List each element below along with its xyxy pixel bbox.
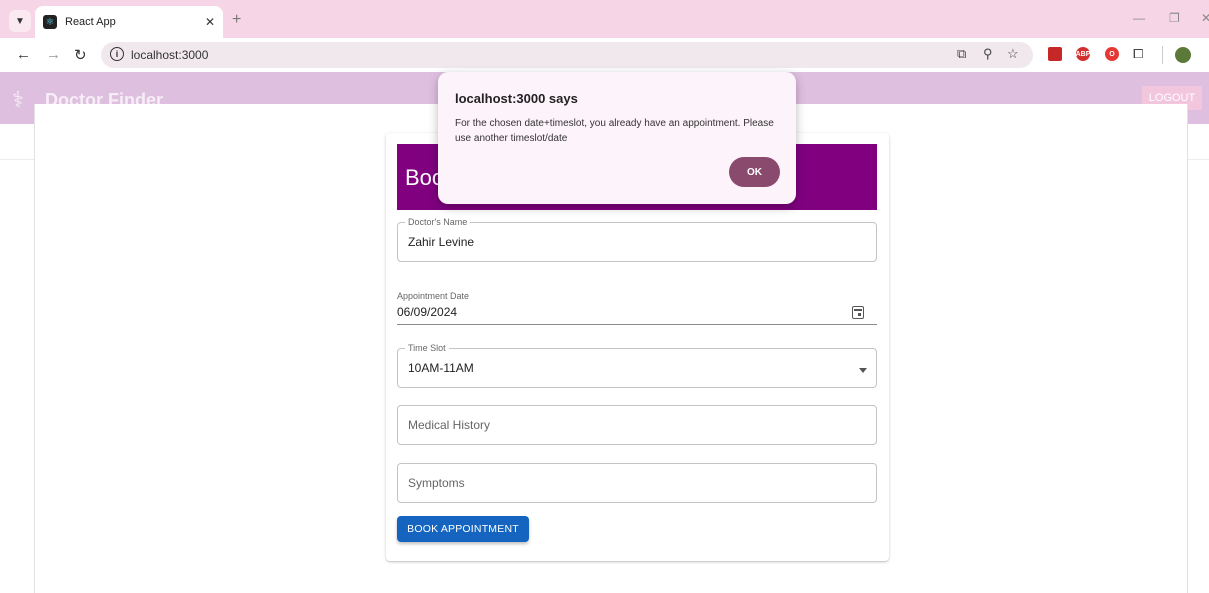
dialog-message: For the chosen date+timeslot, you alread… bbox=[455, 118, 774, 144]
dropdown-caret-icon[interactable] bbox=[859, 368, 867, 373]
opera-extension-icon[interactable]: O bbox=[1105, 47, 1119, 61]
calendar-icon[interactable] bbox=[852, 306, 864, 319]
adblock-extension-icon[interactable]: ABP bbox=[1076, 47, 1090, 61]
symptoms-field[interactable] bbox=[397, 463, 877, 503]
appointment-date-label: Appointment Date bbox=[397, 291, 470, 301]
divider-left bbox=[0, 159, 34, 160]
medical-history-placeholder: Medical History bbox=[408, 418, 491, 432]
new-tab-icon[interactable]: + bbox=[232, 11, 241, 29]
time-slot-value: 10AM-11AM bbox=[408, 361, 474, 375]
extension-red-icon[interactable] bbox=[1048, 47, 1062, 61]
address-bar[interactable] bbox=[101, 42, 1033, 68]
window-close-icon[interactable]: ✕ bbox=[1201, 11, 1209, 25]
forward-icon[interactable]: → bbox=[46, 46, 61, 63]
zoom-icon[interactable]: ⚲ bbox=[983, 46, 993, 62]
tab-search-chevron-icon[interactable]: ▼ bbox=[9, 10, 31, 32]
restore-icon[interactable]: ❐ bbox=[1169, 11, 1180, 25]
date-underline bbox=[397, 324, 877, 325]
site-info-icon[interactable]: i bbox=[110, 47, 124, 61]
react-favicon-icon: ⚛ bbox=[43, 15, 57, 29]
time-slot-label: Time Slot bbox=[405, 343, 449, 353]
divider-right bbox=[1188, 159, 1209, 160]
install-app-icon[interactable]: ⧉ bbox=[957, 46, 966, 62]
dialog-title: localhost:3000 says bbox=[455, 91, 578, 106]
back-icon[interactable]: ← bbox=[16, 46, 31, 63]
doctor-name-label: Doctor's Name bbox=[405, 217, 471, 227]
toolbar-divider bbox=[1162, 46, 1163, 64]
bookmark-star-icon[interactable]: ☆ bbox=[1007, 46, 1019, 62]
tab-close-icon[interactable]: ✕ bbox=[205, 15, 215, 29]
url-text[interactable]: localhost:3000 bbox=[131, 48, 208, 62]
reload-icon[interactable]: ↻ bbox=[74, 46, 87, 64]
caduceus-logo-icon: ⚕ bbox=[12, 87, 24, 112]
book-appointment-button[interactable]: BOOK APPOINTMENT bbox=[397, 516, 529, 542]
symptoms-placeholder: Symptoms bbox=[408, 476, 465, 490]
extensions-puzzle-icon[interactable]: ⧠ bbox=[1133, 46, 1143, 62]
minimize-icon[interactable]: — bbox=[1133, 11, 1145, 25]
doctor-name-value: Zahir Levine bbox=[408, 235, 475, 249]
browser-tab[interactable]: ⚛ React App ✕ bbox=[35, 6, 223, 38]
appointment-date-input[interactable]: 06/09/2024 bbox=[397, 305, 457, 319]
profile-avatar-icon[interactable] bbox=[1175, 47, 1191, 63]
dialog-ok-button[interactable]: OK bbox=[729, 157, 780, 187]
tab-title: React App bbox=[65, 16, 116, 28]
